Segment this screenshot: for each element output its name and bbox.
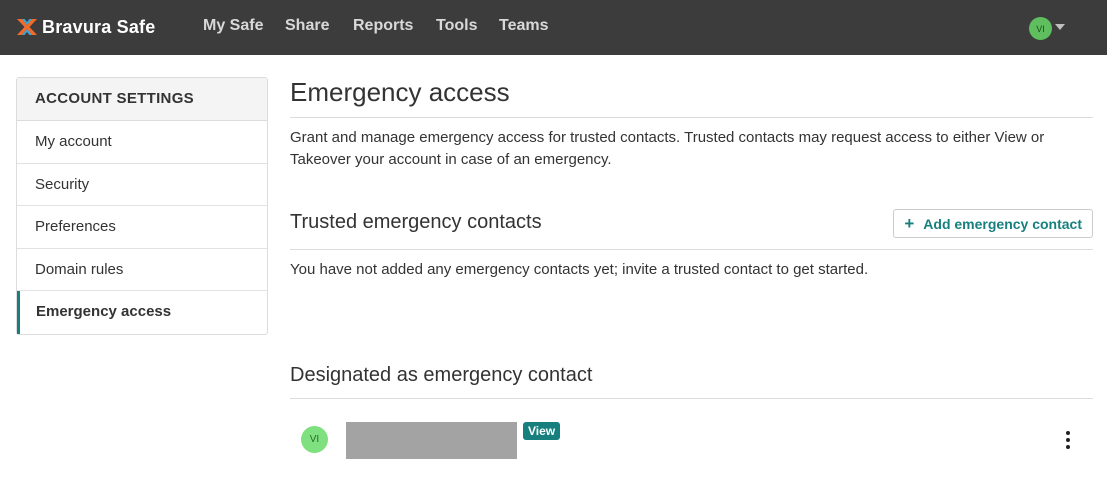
sidebar-header: ACCOUNT SETTINGS	[17, 78, 267, 121]
account-settings-sidebar: ACCOUNT SETTINGS My account Security Pre…	[16, 77, 268, 335]
bravura-logo-icon	[17, 19, 37, 35]
brand-name: Bravura Safe	[42, 16, 156, 37]
add-emergency-contact-label: Add emergency contact	[923, 215, 1082, 232]
page-title: Emergency access	[290, 77, 1093, 118]
chevron-down-icon[interactable]	[1055, 24, 1065, 30]
more-options-icon[interactable]	[1062, 431, 1074, 449]
list-item: VI View	[290, 422, 1093, 462]
nav-teams[interactable]: Teams	[499, 17, 549, 35]
designated-contacts-title: Designated as emergency contact	[290, 364, 593, 386]
page-description: Grant and manage emergency access for tr…	[290, 129, 1045, 168]
sidebar-item-my-account[interactable]: My account	[17, 121, 267, 164]
add-emergency-contact-button[interactable]: + Add emergency contact	[893, 209, 1093, 238]
sidebar-item-preferences[interactable]: Preferences	[17, 206, 267, 249]
avatar: VI	[301, 426, 328, 453]
designated-contacts-header: Designated as emergency contact	[290, 364, 1093, 399]
main-content: Emergency access Grant and manage emerge…	[290, 77, 1093, 459]
sidebar-item-emergency-access[interactable]: Emergency access	[17, 291, 267, 334]
nav-reports[interactable]: Reports	[353, 17, 413, 35]
empty-contacts-message: You have not added any emergency contact…	[290, 261, 869, 278]
access-badge: View	[523, 422, 561, 440]
user-avatar[interactable]: VI	[1029, 17, 1052, 40]
top-navbar: Bravura Safe My Safe Share Reports Tools…	[0, 0, 1107, 55]
trusted-contacts-header: Trusted emergency contacts + Add emergen…	[290, 209, 1093, 250]
nav-my-safe[interactable]: My Safe	[203, 17, 263, 35]
sidebar-item-domain-rules[interactable]: Domain rules	[17, 249, 267, 291]
nav-tools[interactable]: Tools	[436, 17, 477, 35]
plus-icon: +	[904, 213, 915, 233]
redacted-contact-name	[346, 422, 517, 459]
brand[interactable]: Bravura Safe	[16, 14, 155, 40]
nav-share[interactable]: Share	[285, 17, 329, 35]
sidebar-item-security[interactable]: Security	[17, 164, 267, 206]
